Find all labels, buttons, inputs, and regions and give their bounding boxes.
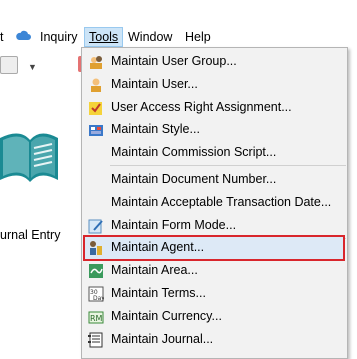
- menu-partial-item[interactable]: t: [0, 28, 3, 46]
- menu-tools[interactable]: Tools: [84, 27, 124, 47]
- user-group-icon: [90, 56, 102, 69]
- svg-text:Day: Day: [93, 295, 104, 302]
- menu-item-maintain-user[interactable]: Maintain User...: [82, 73, 347, 97]
- dropdown-arrow-icon[interactable]: ▼: [28, 62, 37, 72]
- form-mode-icon: [88, 219, 103, 234]
- menu-bar: t Inquiry Tools Window Help: [0, 26, 357, 48]
- terms-icon: 30Day: [88, 286, 104, 302]
- menu-separator: [110, 165, 346, 166]
- menu-inquiry[interactable]: Inquiry: [40, 28, 78, 46]
- user-icon: [91, 78, 101, 92]
- journal-icon: [88, 332, 103, 348]
- area-icon: [89, 264, 103, 278]
- menu-help[interactable]: Help: [185, 28, 211, 46]
- journal-entry-label[interactable]: urnal Entry: [0, 228, 60, 242]
- tools-dropdown-menu: Maintain User Group... Maintain User... …: [81, 47, 348, 359]
- access-right-icon: [89, 102, 102, 115]
- agent-icon: [90, 241, 102, 255]
- svg-text:RM: RM: [90, 314, 103, 323]
- menu-item-maintain-style[interactable]: Maintain Style...: [82, 118, 347, 142]
- menu-item-maintain-commission-script[interactable]: Maintain Commission Script...: [82, 141, 347, 165]
- menu-window[interactable]: Window: [128, 28, 172, 46]
- menu-item-user-access-right[interactable]: User Access Right Assignment...: [82, 96, 347, 120]
- menu-item-maintain-agent[interactable]: Maintain Agent...: [82, 236, 347, 260]
- menu-item-maintain-currency[interactable]: RM Maintain Currency...: [82, 305, 347, 329]
- print-icon[interactable]: [0, 56, 18, 74]
- style-icon: [89, 125, 103, 136]
- cloud-icon: [16, 30, 31, 40]
- menu-item-maintain-area[interactable]: Maintain Area...: [82, 259, 347, 283]
- toolbar: ▼: [0, 50, 90, 84]
- journal-entry-icon[interactable]: [0, 120, 60, 190]
- menu-item-maintain-user-group[interactable]: Maintain User Group...: [82, 50, 347, 74]
- menu-item-maintain-terms[interactable]: 30 Day Maintain Terms...: [82, 282, 347, 306]
- menu-item-maintain-journal[interactable]: Maintain Journal...: [82, 328, 347, 352]
- menu-item-maintain-acceptable-transaction-date[interactable]: Maintain Acceptable Transaction Date...: [82, 191, 347, 215]
- menu-item-maintain-document-number[interactable]: Maintain Document Number...: [82, 168, 347, 192]
- currency-icon: RM: [88, 311, 104, 324]
